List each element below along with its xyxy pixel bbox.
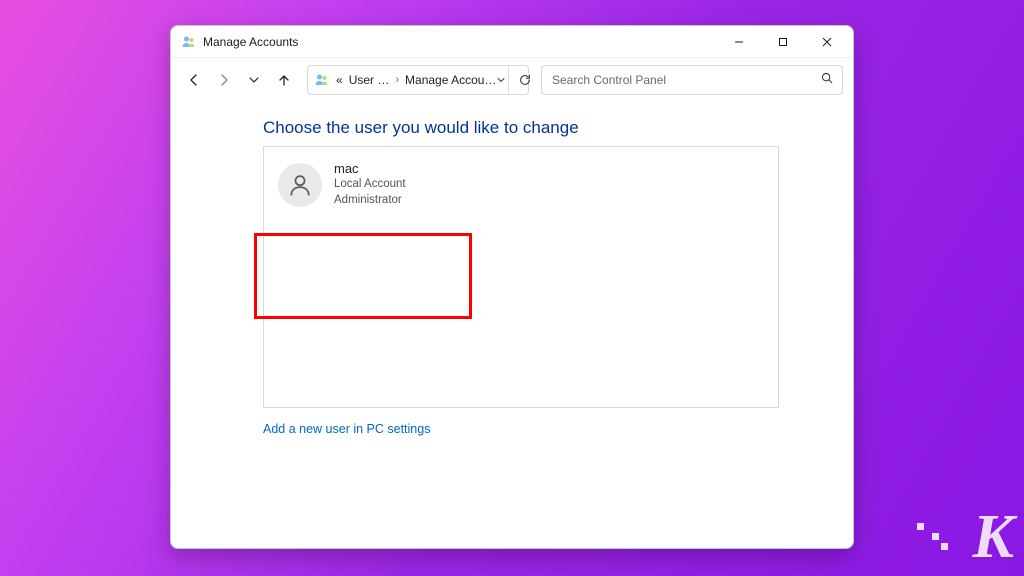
- brand-dots-icon: [917, 523, 950, 530]
- user-name: mac: [334, 161, 406, 176]
- titlebar: Manage Accounts: [171, 26, 853, 58]
- address-dropdown-button[interactable]: [496, 75, 506, 85]
- desktop-background: Manage Accounts: [0, 0, 1024, 576]
- user-card[interactable]: mac Local Account Administrator: [278, 161, 764, 208]
- address-seg-current[interactable]: Manage Accou…: [405, 73, 496, 87]
- user-list-box: mac Local Account Administrator: [263, 146, 779, 408]
- users-icon: [314, 72, 330, 88]
- app-icon: [181, 34, 197, 50]
- recent-locations-button[interactable]: [241, 66, 267, 94]
- user-role: Administrator: [334, 192, 406, 208]
- page-heading: Choose the user you would like to change: [263, 118, 837, 138]
- address-bar[interactable]: « User … › Manage Accou…: [307, 65, 529, 95]
- minimize-button[interactable]: [717, 27, 761, 57]
- address-seg-root[interactable]: «: [336, 73, 343, 87]
- search-box[interactable]: [541, 65, 843, 95]
- forward-button[interactable]: [211, 66, 237, 94]
- toolbar: « User … › Manage Accou…: [171, 58, 853, 102]
- user-account-type: Local Account: [334, 176, 406, 192]
- search-input[interactable]: [552, 73, 816, 87]
- user-info: mac Local Account Administrator: [334, 161, 406, 208]
- address-seg-user[interactable]: User …: [349, 73, 390, 87]
- up-button[interactable]: [271, 66, 297, 94]
- brand-logo: K: [973, 506, 1012, 568]
- refresh-button[interactable]: [513, 66, 537, 94]
- window-title: Manage Accounts: [203, 35, 298, 49]
- content-area: Choose the user you would like to change…: [171, 102, 853, 548]
- add-user-link[interactable]: Add a new user in PC settings: [263, 422, 430, 436]
- close-button[interactable]: [805, 27, 849, 57]
- back-button[interactable]: [181, 66, 207, 94]
- search-icon[interactable]: [816, 71, 838, 90]
- avatar: [278, 163, 322, 207]
- chevron-right-icon: ›: [395, 74, 399, 86]
- maximize-button[interactable]: [761, 27, 805, 57]
- manage-accounts-window: Manage Accounts: [170, 25, 854, 549]
